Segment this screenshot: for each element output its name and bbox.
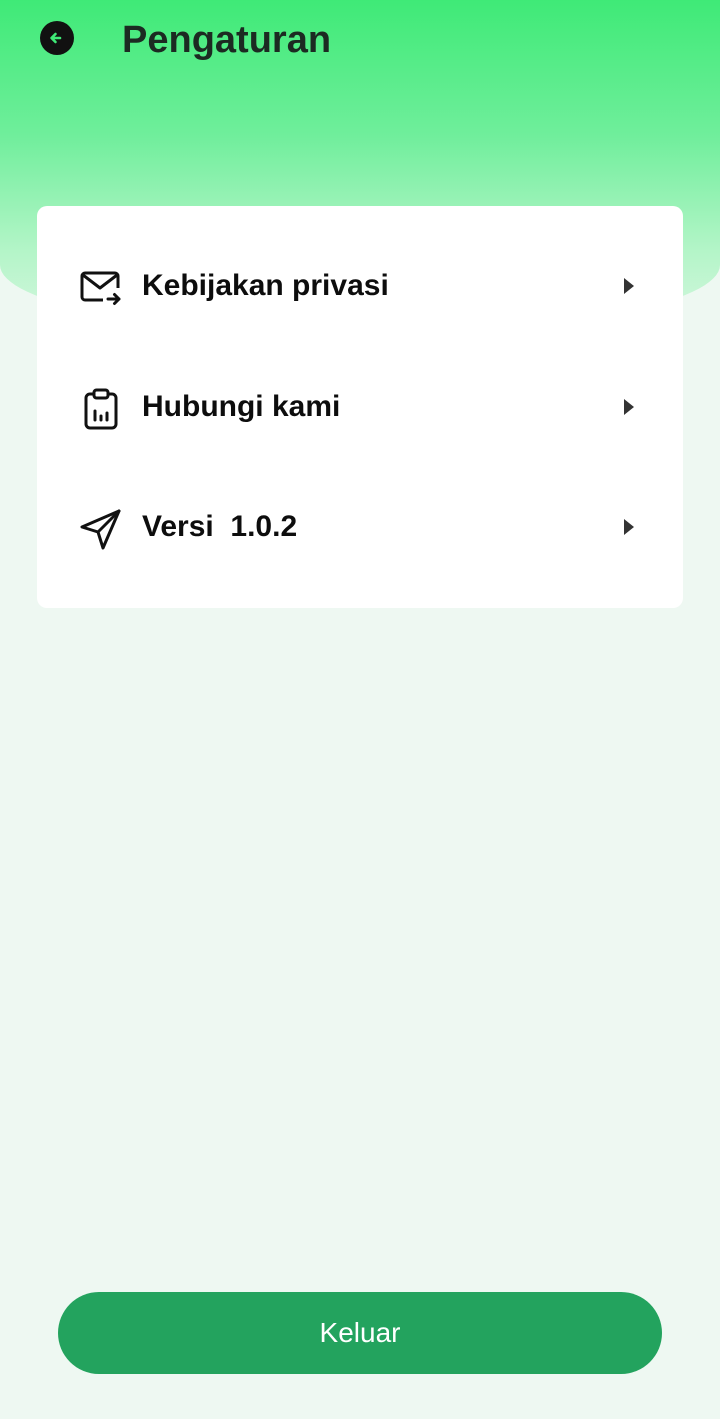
settings-item-label: Kebijakan privasi [142, 269, 389, 302]
settings-item-label: Versi 1.0.2 [142, 510, 298, 543]
clipboard-chart-icon [84, 388, 118, 430]
arrow-left-icon [50, 32, 62, 44]
mail-forward-icon [80, 271, 121, 305]
settings-item-contact-us[interactable]: Hubungi kami [37, 347, 683, 467]
logout-button[interactable]: Keluar [58, 1292, 662, 1374]
back-button[interactable] [40, 21, 74, 55]
settings-item-version[interactable]: Versi 1.0.2 [37, 467, 683, 587]
settings-card: Kebijakan privasi Hubungi kami Versi 1.0… [37, 206, 683, 608]
settings-item-privacy-policy[interactable]: Kebijakan privasi [37, 226, 683, 346]
page-title: Pengaturan [122, 19, 332, 61]
caret-right-icon [624, 399, 634, 415]
send-icon [80, 509, 121, 550]
caret-right-icon [624, 519, 634, 535]
caret-right-icon [624, 278, 634, 294]
settings-item-label: Hubungi kami [142, 390, 341, 423]
